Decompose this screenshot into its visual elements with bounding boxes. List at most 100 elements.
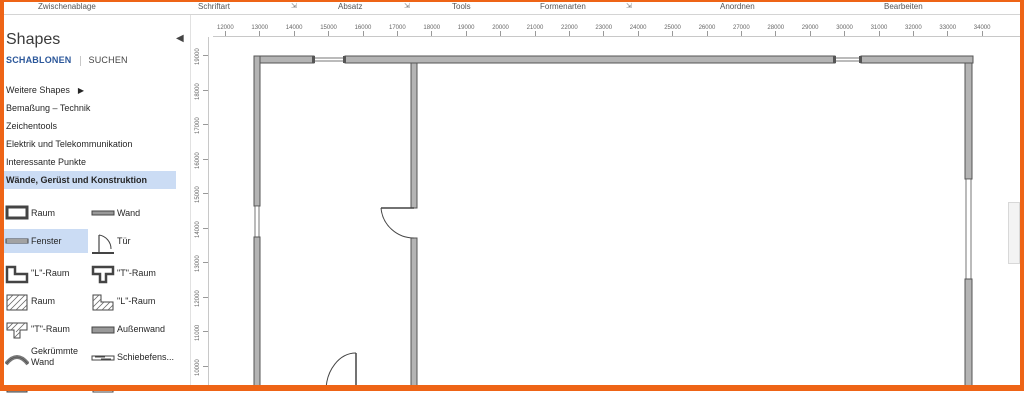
vertical-ruler[interactable]: 19000 18000 17000 16000 15000 14000 13000 12000… xyxy=(194,37,209,391)
ruler-tick xyxy=(225,31,226,36)
ruler-label: 13000 xyxy=(251,25,269,31)
door-icon xyxy=(92,234,114,254)
shape-sliding-window[interactable]: Schiebefens... xyxy=(90,345,174,369)
ruler-label: 34000 xyxy=(973,25,991,31)
ruler-tick xyxy=(431,31,433,36)
ruler-label: 13000 xyxy=(195,255,201,272)
ruler-tick xyxy=(203,227,208,229)
ruler-label: 11000 xyxy=(195,324,201,341)
shape-label: Außenwand xyxy=(117,324,166,334)
ruler-corner xyxy=(194,22,214,38)
shape-hatched-t-room[interactable]: "T"-Raum xyxy=(4,317,88,341)
shape-partial-1[interactable] xyxy=(4,377,88,393)
shapes-pane: Shapes ◀ SCHABLONEN SUCHEN Weitere Shapes… xyxy=(0,15,191,393)
partial-shape-icon xyxy=(6,387,28,393)
stencil-points-of-interest[interactable]: Interessante Punkte xyxy=(4,153,176,171)
ribbon-group-editing: Bearbeiten xyxy=(884,2,923,11)
ribbon-group-tools: Tools xyxy=(452,2,471,11)
ruler-tick xyxy=(775,31,777,36)
shape-wall[interactable]: Wand xyxy=(90,201,174,225)
collapse-pane-chevron-icon[interactable]: ◀ xyxy=(176,33,184,44)
ruler-label: 28000 xyxy=(767,25,785,31)
ruler-label: 17000 xyxy=(195,117,201,134)
ruler-label: 23000 xyxy=(595,25,613,31)
wall-icon xyxy=(91,210,115,216)
pane-title: Shapes xyxy=(6,31,61,48)
shape-label: Raum xyxy=(31,208,56,218)
top-window-left xyxy=(312,56,346,63)
room-icon xyxy=(5,205,29,220)
stencil-label: Zeichentools xyxy=(6,121,58,131)
page-scroll-tab[interactable] xyxy=(1008,202,1020,264)
ruler-label: 12000 xyxy=(195,289,201,307)
stencil-walls-structure[interactable]: Wände, Gerüst und Konstruktion xyxy=(4,171,176,189)
tab-divider xyxy=(79,55,81,66)
stencil-dimensioning[interactable]: Bemaßung – Technik xyxy=(4,99,176,117)
ruler-label: 17000 xyxy=(389,25,406,31)
drawing-canvas[interactable] xyxy=(209,37,1020,392)
shape-hatched-l-room[interactable]: "L"-Raum xyxy=(90,289,174,313)
ruler-label: 27000 xyxy=(733,25,750,31)
ruler-tick xyxy=(362,31,364,36)
ruler-label: 21000 xyxy=(526,25,544,31)
shape-label: Wand xyxy=(117,208,141,218)
shape-styles-dialog-launcher-icon[interactable]: ⇲ xyxy=(626,2,632,10)
ruler-tick xyxy=(203,331,208,332)
stencil-electrical[interactable]: Elektrik und Telekommunikation xyxy=(4,135,176,153)
font-dialog-launcher-icon[interactable]: ⇲ xyxy=(291,2,297,10)
bottom-door xyxy=(325,352,357,392)
ruler-tick xyxy=(293,31,295,36)
shape-t-room[interactable]: "T"-Raum xyxy=(90,261,174,285)
stencil-more-shapes[interactable]: Weitere Shapes ▶ xyxy=(4,81,176,99)
top-wall xyxy=(253,55,974,64)
ruler-label: 15000 xyxy=(320,25,337,31)
tab-templates[interactable]: SCHABLONEN xyxy=(6,55,72,65)
shape-room[interactable]: Raum xyxy=(4,201,88,225)
top-window-right xyxy=(833,56,862,63)
ruler-tick xyxy=(203,365,208,367)
ruler-label: 19000 xyxy=(195,48,201,65)
hatched-t-room-icon xyxy=(6,322,28,339)
ruler-label: 31000 xyxy=(870,25,888,31)
ribbon-group-clipboard: Zwischenablage xyxy=(38,2,96,11)
interior-wall xyxy=(410,62,418,392)
horizontal-ruler[interactable]: 12000 13000 14000 15000 16000 17000 18000 19000… xyxy=(213,22,1020,37)
shape-l-room[interactable]: "L"-Raum xyxy=(4,261,88,285)
shape-partial-2[interactable] xyxy=(90,377,174,393)
ruler-label: 16000 xyxy=(195,151,201,169)
ruler-label: 15000 xyxy=(195,186,201,203)
window-icon xyxy=(5,238,29,244)
shape-label: "T"-Raum xyxy=(117,268,156,278)
ruler-tick xyxy=(741,31,742,36)
ruler-tick xyxy=(569,31,570,36)
shape-label: "T"-Raum xyxy=(31,324,70,334)
tab-search[interactable]: SUCHEN xyxy=(89,55,128,65)
shape-exterior-wall[interactable]: Außenwand xyxy=(90,317,174,341)
ruler-label: 19000 xyxy=(457,25,475,31)
shape-door[interactable]: Tür xyxy=(90,229,174,254)
shape-curved-wall[interactable]: Gekrümmte Wand xyxy=(4,345,88,369)
ruler-tick xyxy=(809,31,811,36)
ruler-tick xyxy=(397,31,398,36)
ruler-tick xyxy=(259,31,261,36)
floor-plan xyxy=(253,55,974,392)
shape-window[interactable]: Fenster xyxy=(4,229,88,253)
shape-hatched-room[interactable]: Raum xyxy=(4,289,88,313)
ruler-tick xyxy=(672,31,674,36)
ruler-tick xyxy=(981,31,983,36)
sliding-window-icon xyxy=(91,355,115,361)
ruler-tick xyxy=(203,193,208,194)
ruler-label: 18000 xyxy=(195,82,201,100)
ribbon-group-shape-styles: Formenarten xyxy=(540,2,586,11)
ruler-tick xyxy=(203,262,208,263)
left-wall xyxy=(253,55,261,392)
paragraph-dialog-launcher-icon[interactable]: ⇲ xyxy=(404,2,410,10)
ruler-tick xyxy=(465,31,467,36)
ruler-label: 26000 xyxy=(698,25,716,31)
ruler-tick xyxy=(844,31,846,36)
ruler-label: 12000 xyxy=(217,25,234,31)
ruler-tick xyxy=(637,31,639,36)
ruler-label: 18000 xyxy=(423,25,441,31)
stencil-drawing-tools[interactable]: Zeichentools xyxy=(4,117,176,135)
curved-wall-icon xyxy=(5,355,29,366)
